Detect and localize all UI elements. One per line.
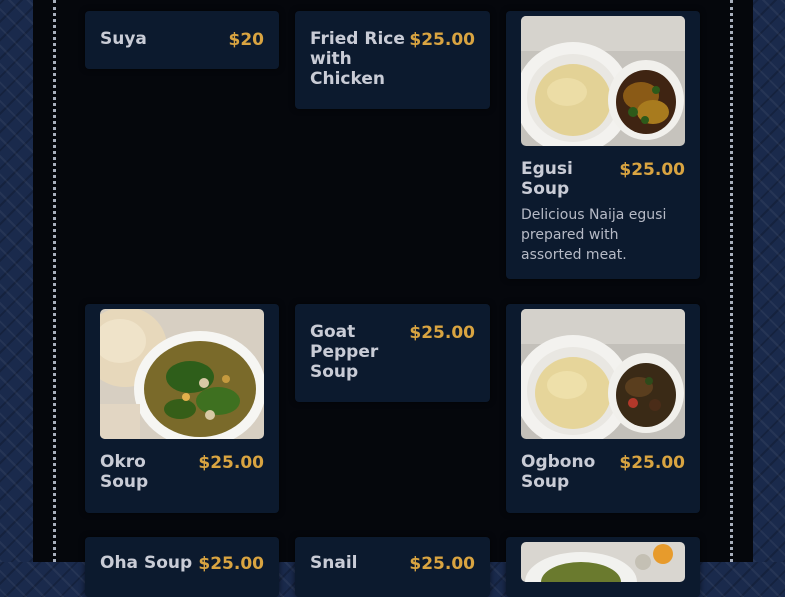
item-name: Okro Soup (100, 452, 149, 492)
dotted-border-right (730, 0, 733, 562)
menu-card-ogbono-soup[interactable]: Ogbono Soup $25.00 (506, 304, 700, 513)
dotted-border-left (53, 0, 56, 562)
menu-card-okro-soup[interactable]: Okro Soup $25.00 (85, 304, 279, 513)
menu-card-goat-pepper-soup[interactable]: Goat Pepper Soup $25.00 (295, 304, 490, 402)
menu-card-next[interactable] (506, 537, 700, 597)
menu-card-oha-soup[interactable]: Oha Soup $25.00 (85, 537, 279, 597)
menu-card-suya[interactable]: Suya $20 (85, 11, 279, 69)
item-price: $25.00 (619, 453, 685, 473)
item-price: $25.00 (409, 323, 475, 343)
item-name: Egusi Soup (521, 159, 573, 199)
item-name: Ogbono Soup (521, 452, 596, 492)
menu-card-snail[interactable]: Snail $25.00 (295, 537, 490, 597)
item-price: $25.00 (198, 453, 264, 473)
ogbono-soup-photo (521, 309, 685, 439)
item-price: $25.00 (409, 554, 475, 574)
okro-soup-photo (100, 309, 264, 439)
menu-card-fried-rice[interactable]: Fried Rice with Chicken $25.00 (295, 11, 490, 109)
item-name: Goat Pepper Soup (310, 322, 379, 382)
item-name: Oha Soup (100, 553, 193, 573)
dish-photo (521, 542, 685, 582)
egusi-soup-photo (521, 16, 685, 146)
item-name: Snail (310, 553, 358, 573)
menu-card-egusi-soup[interactable]: Egusi Soup $25.00 Delicious Naija egusi … (506, 11, 700, 279)
item-name: Suya (100, 29, 147, 49)
item-name: Fried Rice with Chicken (310, 29, 405, 89)
item-description: Delicious Naija egusi prepared with asso… (521, 207, 667, 263)
item-price: $25.00 (198, 554, 264, 574)
item-price: $20 (228, 30, 265, 50)
item-price: $25.00 (619, 160, 685, 180)
item-price: $25.00 (409, 30, 475, 50)
